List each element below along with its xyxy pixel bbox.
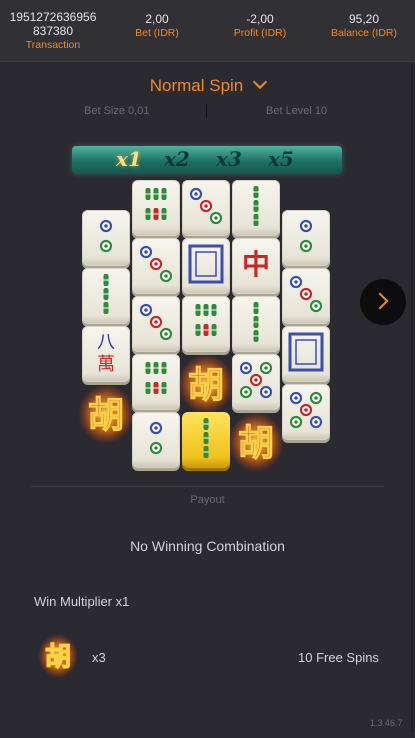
mahjong-tile-circle-3 bbox=[182, 180, 230, 236]
svg-text:中: 中 bbox=[242, 248, 270, 281]
scatter-count: x3 bbox=[92, 650, 106, 665]
version-label: 1.3.46.7 bbox=[370, 718, 403, 728]
mahjong-tile-wan-8: 八萬 bbox=[82, 326, 130, 382]
mahjong-tile-circle-3 bbox=[282, 268, 330, 324]
win-multiplier: Win Multiplier x1 bbox=[34, 594, 130, 609]
svg-text:胡: 胡 bbox=[238, 423, 274, 464]
result-text: No Winning Combination bbox=[130, 538, 285, 554]
mahjong-tile-bamboo-3 bbox=[232, 296, 280, 352]
scatter-hu-icon: 胡 bbox=[38, 634, 78, 678]
mahjong-tile-white-dragon bbox=[182, 238, 230, 294]
multiplier-x2: x2 bbox=[164, 147, 190, 171]
svg-text:萬: 萬 bbox=[97, 354, 115, 375]
mahjong-tile-white-dragon bbox=[282, 326, 330, 382]
transaction-stat: 1951272636956 837380 Transaction bbox=[4, 10, 102, 52]
mahjong-tile-bamboo-6 bbox=[182, 296, 230, 352]
profit-label: Profit (IDR) bbox=[233, 27, 287, 39]
header-bar: 1951272636956 837380 Transaction 2,00 Be… bbox=[0, 0, 415, 62]
profit-stat: -2,00 Profit (IDR) bbox=[222, 12, 298, 40]
next-spin-button[interactable] bbox=[360, 279, 406, 325]
transaction-id-line1: 1951272636956 bbox=[9, 10, 97, 24]
bet-label: Bet (IDR) bbox=[135, 27, 179, 39]
bet-value: 2,00 bbox=[145, 12, 169, 26]
mahjong-tile-bamboo-6 bbox=[132, 180, 180, 236]
multiplier-bar: x1 x2 x3 x5 bbox=[72, 146, 342, 174]
chevron-down-icon bbox=[253, 74, 268, 90]
multiplier-x3: x3 bbox=[216, 147, 242, 171]
free-spins-reward: 10 Free Spins bbox=[298, 650, 379, 665]
spin-type-label: Normal Spin bbox=[149, 76, 244, 95]
divider bbox=[206, 104, 207, 118]
svg-text:胡: 胡 bbox=[188, 365, 224, 406]
mahjong-tile-circle-2 bbox=[82, 210, 130, 266]
mahjong-tile-bamboo-6 bbox=[132, 354, 180, 410]
mahjong-tile-circle-2 bbox=[282, 210, 330, 266]
svg-text:胡: 胡 bbox=[45, 642, 71, 672]
mahjong-tile-red-dragon: 中 bbox=[232, 238, 280, 294]
mahjong-tile-circle-5 bbox=[232, 354, 280, 410]
mahjong-tile-circle-3 bbox=[132, 296, 180, 352]
profit-value: -2,00 bbox=[246, 12, 274, 26]
hu-scatter-icon: 胡 bbox=[78, 384, 134, 444]
hu-scatter-icon: 胡 bbox=[228, 412, 284, 472]
multiplier-x1: x1 bbox=[116, 147, 142, 171]
divider bbox=[30, 486, 384, 487]
chevron-right-icon bbox=[371, 292, 389, 310]
mahjong-tile-bamboo-3 bbox=[82, 268, 130, 324]
hu-scatter-icon: 胡 bbox=[178, 354, 234, 414]
multiplier-x5: x5 bbox=[268, 147, 294, 171]
balance-label: Balance (IDR) bbox=[331, 27, 397, 39]
svg-text:胡: 胡 bbox=[88, 395, 124, 436]
mahjong-tile-circle-3 bbox=[132, 238, 180, 294]
payout-label: Payout bbox=[190, 494, 225, 506]
mahjong-tile-circle-5 bbox=[282, 384, 330, 440]
spin-type-dropdown[interactable]: Normal Spin bbox=[0, 74, 415, 96]
balance-value: 95,20 bbox=[348, 12, 380, 26]
mahjong-tile-circle-2 bbox=[132, 412, 180, 468]
balance-stat: 95,20 Balance (IDR) bbox=[328, 12, 400, 40]
transaction-id-line2: 837380 bbox=[32, 24, 74, 38]
mahjong-tile-bamboo-3 bbox=[232, 180, 280, 236]
bet-size: Bet Size 0,01 bbox=[84, 105, 150, 117]
transaction-label: Transaction bbox=[25, 39, 81, 51]
bet-stat: 2,00 Bet (IDR) bbox=[122, 12, 192, 40]
svg-text:八: 八 bbox=[97, 332, 115, 353]
mahjong-tile-bamboo-3-gold bbox=[182, 412, 230, 468]
bet-level: Bet Level 10 bbox=[266, 105, 328, 117]
